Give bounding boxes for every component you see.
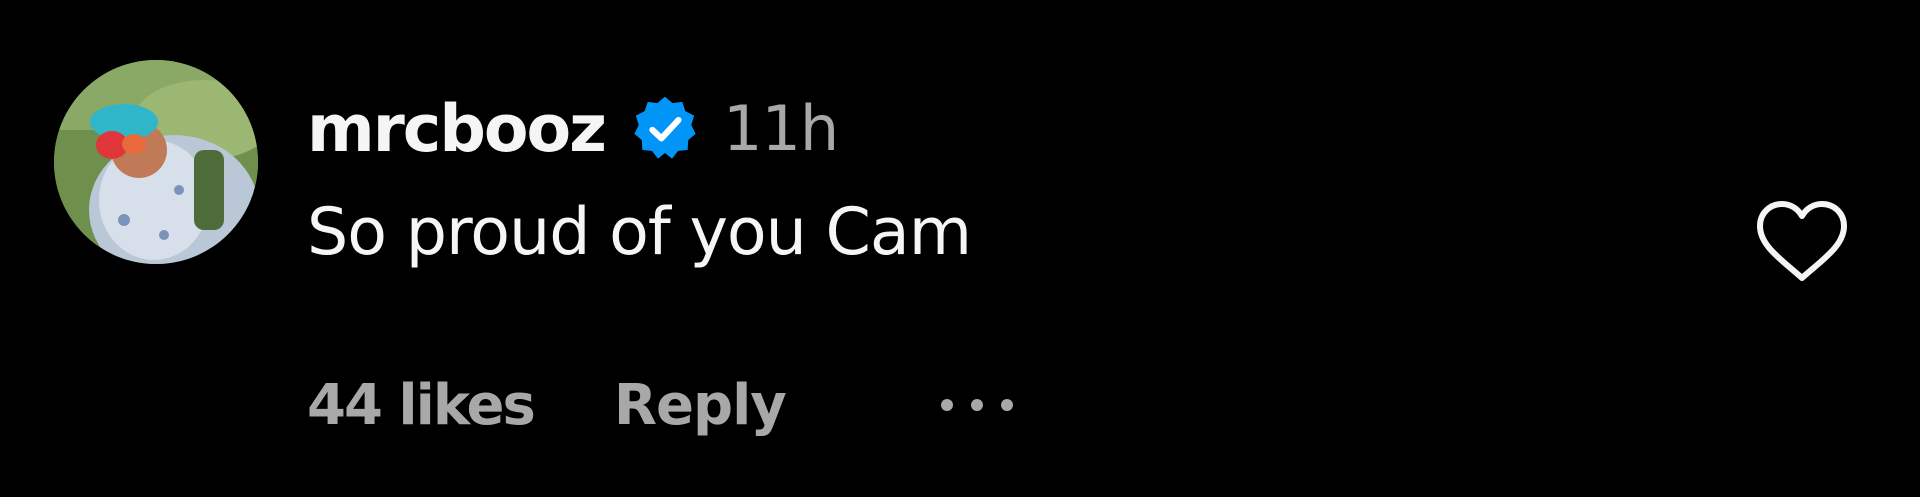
more-options-icon [940,399,1013,411]
reply-button[interactable]: Reply [614,373,787,438]
avatar-photo [54,60,258,264]
timestamp: 11h [723,92,839,165]
username[interactable]: mrcbooz [307,97,607,162]
verified-badge-icon [629,93,701,165]
comment-actions: 44 likes Reply [307,368,1022,442]
like-button[interactable] [1752,198,1852,288]
comment-header: mrcbooz 11h [307,84,839,174]
comment-item: mrcbooz 11h So proud of you Cam 44 likes… [0,0,1920,497]
heart-outline-icon [1757,201,1847,281]
more-options-button[interactable] [932,385,1022,425]
avatar[interactable] [54,60,258,264]
comment-text: So proud of you Cam [307,195,972,270]
likes-count[interactable]: 44 likes [307,373,536,438]
